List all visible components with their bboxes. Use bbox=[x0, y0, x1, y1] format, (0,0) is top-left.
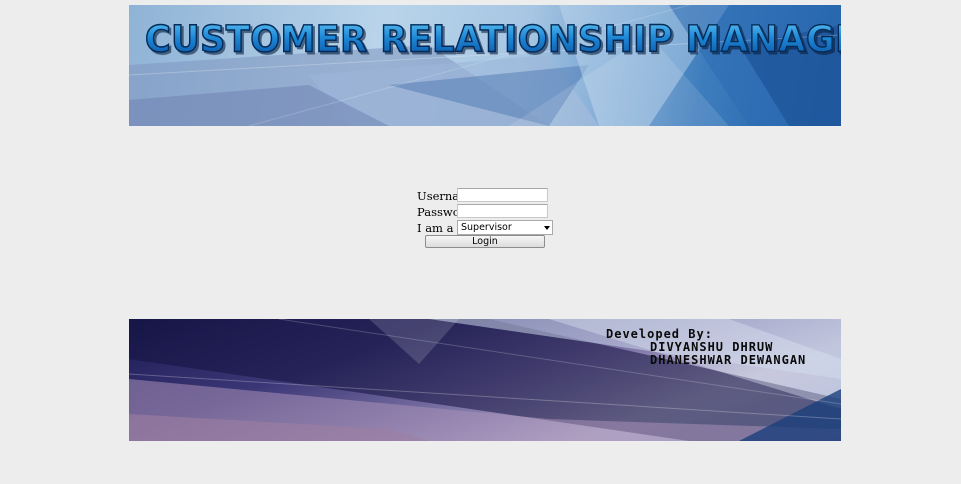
developer-credits: Developed By: DIVYANSHU DHRUW DHANESHWAR… bbox=[606, 328, 806, 367]
username-row: Username bbox=[417, 188, 557, 204]
username-input[interactable] bbox=[457, 188, 548, 202]
footer-banner: Developed By: DIVYANSHU DHRUW DHANESHWAR… bbox=[129, 319, 841, 441]
header-banner: CUSTOMER RELATIONSHIP MANAGEMENT bbox=[129, 5, 841, 126]
role-selected-value: Supervisor bbox=[461, 222, 512, 233]
login-button[interactable]: Login bbox=[425, 235, 545, 248]
developer-name: DHANESHWAR DEWANGAN bbox=[650, 353, 807, 367]
app-title: CUSTOMER RELATIONSHIP MANAGEMENT bbox=[144, 18, 841, 61]
role-row: I am a Supervisor bbox=[417, 220, 557, 236]
role-select[interactable]: Supervisor bbox=[457, 220, 553, 235]
password-input[interactable] bbox=[457, 204, 548, 218]
login-form: Username Password I am a Supervisor Logi… bbox=[417, 188, 557, 248]
dropdown-arrow-icon bbox=[544, 226, 550, 230]
login-page: CUSTOMER RELATIONSHIP MANAGEMENT Usernam… bbox=[0, 0, 961, 484]
role-label: I am a bbox=[417, 221, 454, 235]
password-row: Password bbox=[417, 204, 557, 220]
